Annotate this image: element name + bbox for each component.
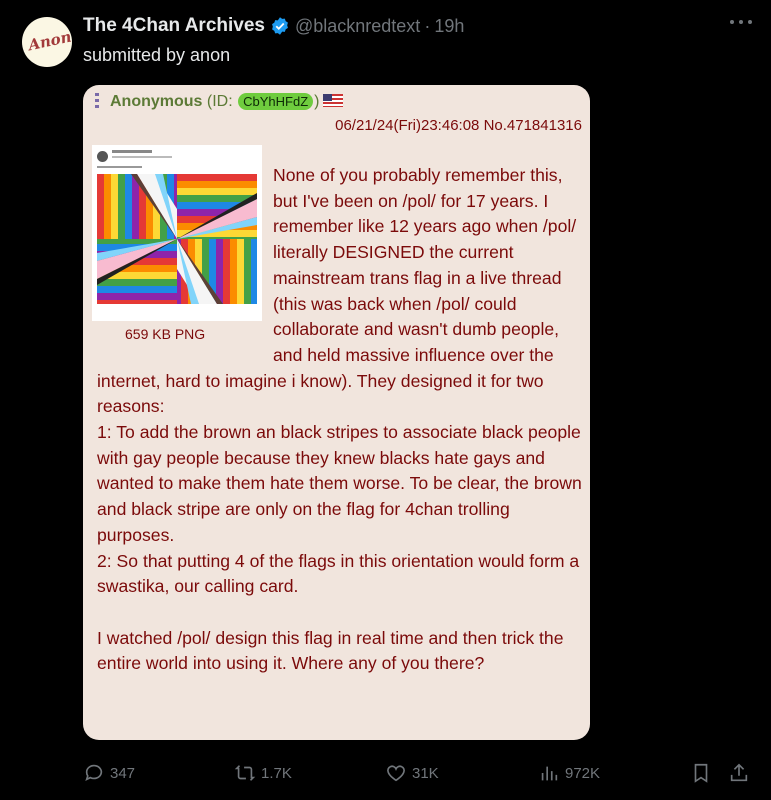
reply-button[interactable]: 347 xyxy=(83,762,135,784)
share-button[interactable] xyxy=(728,762,755,784)
id-suffix: ) xyxy=(314,93,320,110)
bookmark-icon xyxy=(694,763,708,783)
header-separator: · xyxy=(424,15,431,36)
account-handle[interactable]: @blacknredtext xyxy=(295,16,420,37)
post-paragraph: 1: To add the brown an black stripes to … xyxy=(97,422,582,545)
post-text: submitted by anon xyxy=(83,45,231,65)
thumb-text-line xyxy=(112,150,152,153)
account-avatar[interactable]: Anony xyxy=(22,17,72,67)
views-button[interactable]: 972K xyxy=(538,762,600,784)
thumb-text-line xyxy=(112,156,172,158)
views-icon xyxy=(541,766,558,781)
bookmark-button[interactable] xyxy=(690,762,717,784)
repost-icon xyxy=(234,765,256,781)
poster-line: Anonymous (ID: CbYhHFdZ) xyxy=(110,93,343,111)
views-count: 972K xyxy=(565,764,601,782)
share-icon xyxy=(730,763,748,782)
poster-id: CbYhHFdZ xyxy=(238,93,314,110)
reply-count: 347 xyxy=(110,764,136,782)
reply-icon xyxy=(85,764,103,782)
post-paragraph: 2: So that putting 4 of the flags in thi… xyxy=(97,550,580,597)
verified-badge-icon xyxy=(272,17,288,35)
post-body: None of you probably remember this, but … xyxy=(97,163,582,677)
drag-handle-icon xyxy=(95,93,99,111)
account-name[interactable]: The 4Chan Archives xyxy=(83,15,265,37)
like-button[interactable]: 31K xyxy=(385,762,439,784)
heart-icon xyxy=(387,765,405,782)
post-stamp: 06/21/24(Fri)23:46:08 No.471841316 xyxy=(335,117,582,134)
post-paragraph: I watched /pol/ design this flag in real… xyxy=(97,627,564,674)
like-count: 31K xyxy=(412,764,439,782)
post-datetime: 06/21/24(Fri)23:46:08 xyxy=(335,117,480,134)
poster-name: Anonymous xyxy=(110,93,203,110)
tweet-actions: 347 1.7K 31K 972K xyxy=(0,752,771,792)
repost-count: 1.7K xyxy=(261,764,292,782)
id-prefix: (ID: xyxy=(206,93,233,110)
avatar-text: Anony xyxy=(26,25,72,55)
repost-button[interactable]: 1.7K xyxy=(234,762,292,784)
more-options-icon[interactable] xyxy=(730,20,752,30)
us-flag-icon xyxy=(322,94,343,107)
screenshot-card[interactable]: Anonymous (ID: CbYhHFdZ) 06/21/24(Fri)23… xyxy=(83,85,590,740)
post-number: No.471841316 xyxy=(483,117,582,134)
thumb-avatar xyxy=(97,151,108,162)
post-time[interactable]: 19h xyxy=(434,16,464,37)
tweet-header: The 4Chan Archives @blacknredtext · 19h xyxy=(83,14,464,38)
